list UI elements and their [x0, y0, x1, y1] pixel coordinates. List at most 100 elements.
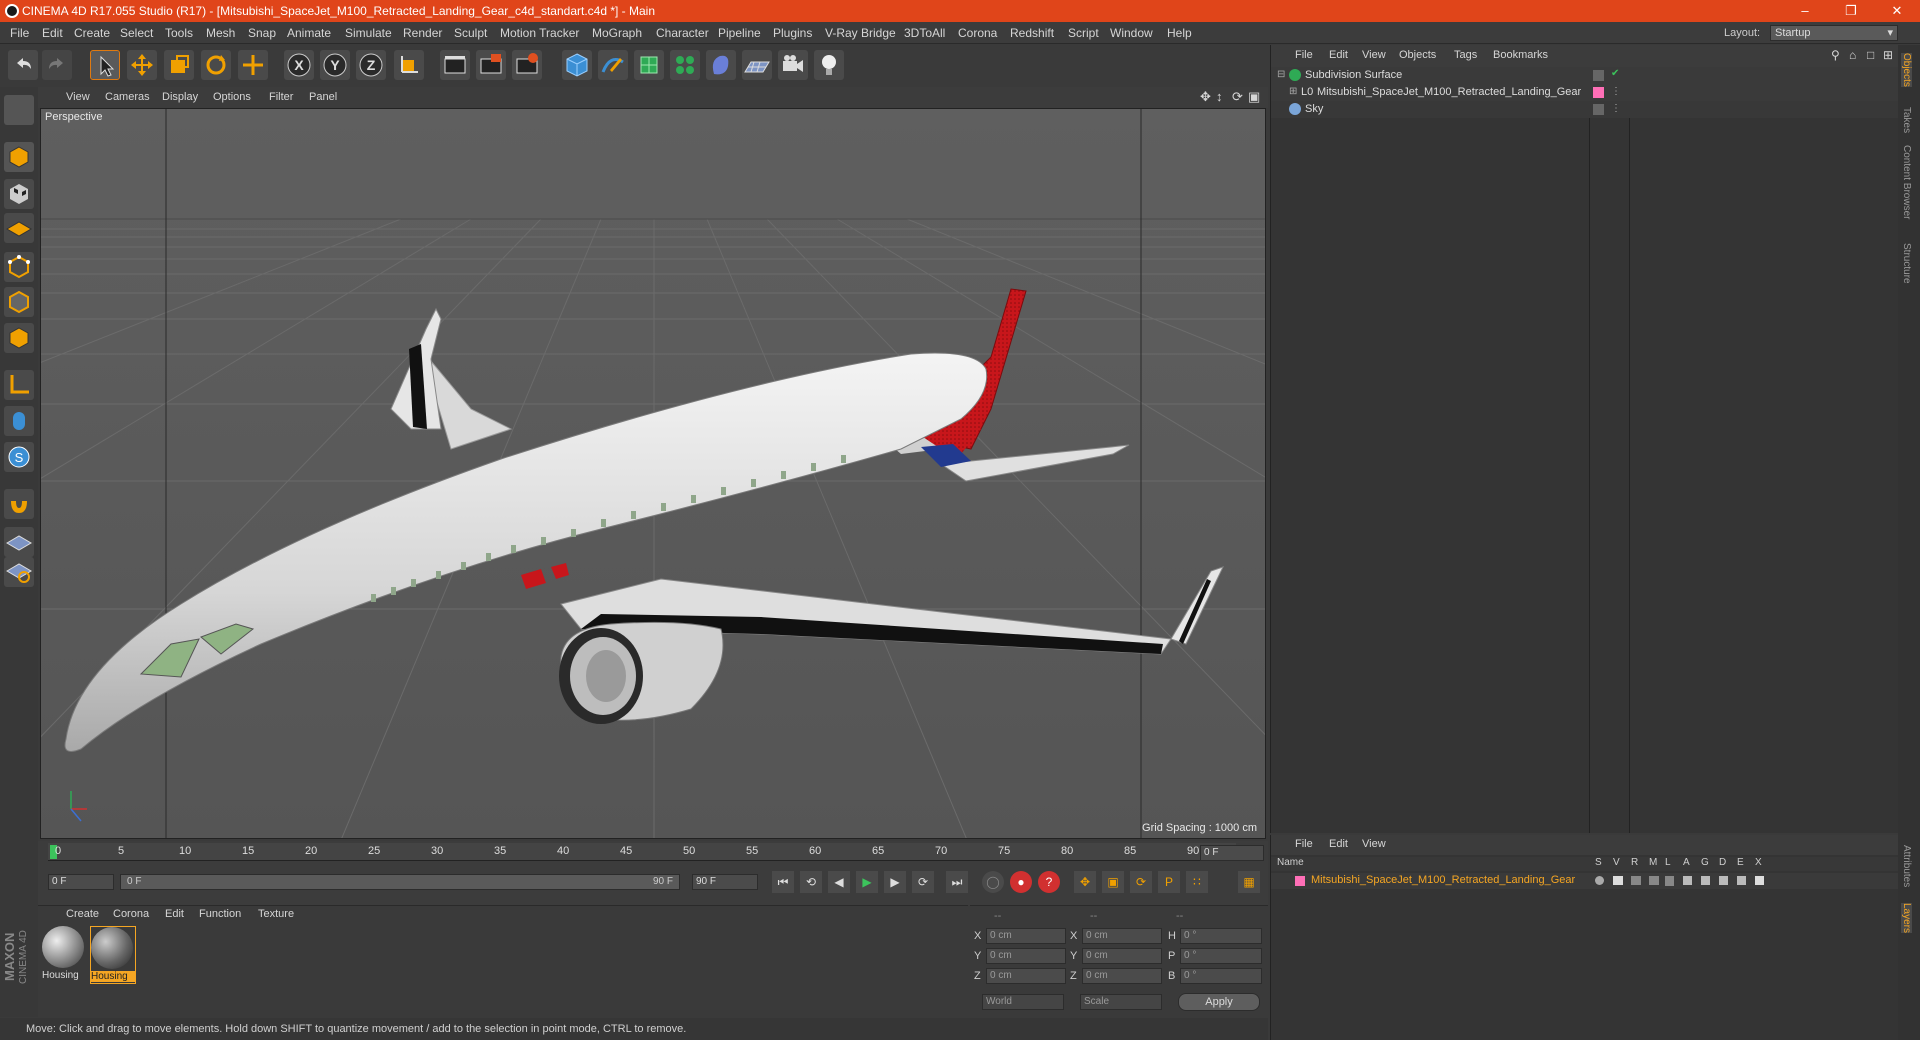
view-icon[interactable]	[1613, 876, 1623, 885]
menu-3dtoall[interactable]: 3DToAll	[904, 26, 945, 40]
make-editable-icon[interactable]	[4, 95, 34, 125]
home-icon[interactable]: ⌂	[1849, 48, 1856, 62]
menu-snap[interactable]: Snap	[248, 26, 276, 40]
window-icon[interactable]: □	[1867, 48, 1874, 62]
floor-icon[interactable]	[742, 50, 772, 80]
menu-animate[interactable]: Animate	[287, 26, 331, 40]
go-to-start-icon[interactable]: ⏮	[772, 871, 794, 893]
render-settings-icon[interactable]	[512, 50, 542, 80]
object-row-model[interactable]: ⊞ L0 Mitsubishi_SpaceJet_M100_Retracted_…	[1271, 84, 1899, 101]
select-arrow-icon[interactable]	[90, 50, 120, 80]
subdivision-icon[interactable]	[634, 50, 664, 80]
menu-vray-bridge[interactable]: V-Ray Bridge	[825, 26, 896, 40]
enabled-check-icon[interactable]: ✔	[1611, 68, 1619, 79]
scale-icon[interactable]	[164, 50, 194, 80]
vp-menu-filter[interactable]: Filter	[269, 91, 293, 103]
tweak-mode-icon[interactable]	[4, 406, 34, 436]
rotation-p-field[interactable]: 0 °	[1180, 948, 1262, 964]
menu-corona[interactable]: Corona	[958, 26, 997, 40]
tab-structure[interactable]: Structure	[1901, 243, 1912, 284]
mat-menu-function[interactable]: Function	[199, 908, 241, 920]
x-axis-icon[interactable]: X	[284, 50, 314, 80]
previous-frame-icon[interactable]: ◀	[828, 871, 850, 893]
camera-icon[interactable]	[778, 50, 808, 80]
viewport-rotate-icon[interactable]: ⟳	[1232, 89, 1243, 105]
autokey-icon[interactable]: ?	[1038, 871, 1060, 893]
animation-icon[interactable]	[1683, 876, 1692, 885]
edges-mode-icon[interactable]	[4, 287, 34, 317]
key-pla-icon[interactable]: ∷	[1186, 871, 1208, 893]
tab-attributes[interactable]: Attributes	[1901, 845, 1912, 887]
menu-pipeline[interactable]: Pipeline	[718, 26, 761, 40]
object-row-sky[interactable]: Sky ⋮	[1271, 101, 1899, 118]
layer-row[interactable]: Mitsubishi_SpaceJet_M100_Retracted_Landi…	[1271, 873, 1899, 889]
render-view-icon[interactable]	[440, 50, 470, 80]
mat-menu-create[interactable]: Create	[66, 908, 99, 920]
solo-icon[interactable]	[1595, 876, 1604, 885]
menu-help[interactable]: Help	[1167, 26, 1192, 40]
menu-create[interactable]: Create	[74, 26, 110, 40]
menu-sculpt[interactable]: Sculpt	[454, 26, 487, 40]
visibility-dots-icon[interactable]: ⋮	[1611, 103, 1621, 114]
menu-mesh[interactable]: Mesh	[206, 26, 235, 40]
expressions-icon[interactable]	[1737, 876, 1746, 885]
key-scale-icon[interactable]: ▣	[1102, 871, 1124, 893]
size-z-field[interactable]: 0 cm	[1082, 968, 1162, 984]
object-row-subdivision[interactable]: ⊟ Subdivision Surface ✔	[1271, 67, 1899, 84]
world-select[interactable]: World	[982, 994, 1064, 1010]
material-swatch-selected[interactable]: Housing	[90, 926, 136, 984]
close-button[interactable]: ✕	[1874, 0, 1920, 22]
texture-mode-icon[interactable]	[4, 179, 34, 209]
record-icon[interactable]: ●	[1010, 871, 1032, 893]
move-icon[interactable]	[127, 50, 157, 80]
coordinate-system-icon[interactable]	[394, 50, 424, 80]
tab-layers[interactable]: Layers	[1901, 903, 1912, 934]
menu-tools[interactable]: Tools	[165, 26, 193, 40]
tab-takes[interactable]: Takes	[1901, 107, 1912, 133]
viewport-zoom-icon[interactable]: ↕	[1216, 89, 1223, 104]
position-z-field[interactable]: 0 cm	[986, 968, 1066, 984]
menu-mograph[interactable]: MoGraph	[592, 26, 642, 40]
y-axis-icon[interactable]: Y	[320, 50, 350, 80]
current-frame-field[interactable]: 0 F	[1200, 845, 1264, 861]
generators-icon[interactable]	[1701, 876, 1710, 885]
lock-icon[interactable]	[1665, 876, 1674, 886]
redo-icon[interactable]	[42, 50, 72, 80]
obj-menu-tags[interactable]: Tags	[1454, 49, 1477, 61]
render-icon[interactable]	[1631, 876, 1641, 885]
deformer-icon[interactable]	[706, 50, 736, 80]
vp-menu-panel[interactable]: Panel	[309, 91, 337, 103]
menu-script[interactable]: Script	[1068, 26, 1099, 40]
expand-icon[interactable]: ⊞	[1289, 86, 1297, 97]
undo-icon[interactable]	[8, 50, 38, 80]
vp-menu-cameras[interactable]: Cameras	[105, 91, 150, 103]
menu-plugins[interactable]: Plugins	[773, 26, 812, 40]
position-x-field[interactable]: 0 cm	[986, 928, 1066, 944]
menu-window[interactable]: Window	[1110, 26, 1153, 40]
key-param-icon[interactable]: P	[1158, 871, 1180, 893]
polygons-mode-icon[interactable]	[4, 323, 34, 353]
layer-menu-file[interactable]: File	[1295, 838, 1313, 850]
frame-range-slider[interactable]: 0 F 90 F	[120, 874, 680, 890]
key-position-icon[interactable]: ✥	[1074, 871, 1096, 893]
timeline-window-icon[interactable]: ▦	[1238, 871, 1260, 893]
deformers-icon[interactable]	[1719, 876, 1728, 885]
layer-color-icon[interactable]	[1593, 87, 1604, 98]
menu-file[interactable]: File	[10, 26, 29, 40]
tab-objects[interactable]: Objects	[1901, 53, 1912, 87]
timeline-ruler[interactable]: 0 5 10 15 20 25 30 35 40 45 50 55 60 65 …	[48, 843, 1236, 861]
axis-mode-icon[interactable]	[4, 370, 34, 400]
menu-simulate[interactable]: Simulate	[345, 26, 392, 40]
mat-menu-edit[interactable]: Edit	[165, 908, 184, 920]
record-disabled-icon[interactable]: ◯	[982, 871, 1004, 893]
pen-spline-icon[interactable]	[598, 50, 628, 80]
perspective-viewport[interactable]: Perspective Grid Spacing : 1000 cm	[40, 108, 1266, 839]
layer-color-icon[interactable]	[1295, 876, 1305, 886]
size-x-field[interactable]: 0 cm	[1082, 928, 1162, 944]
planar-workplane-icon[interactable]	[4, 557, 34, 587]
vp-menu-view[interactable]: View	[66, 91, 90, 103]
layout-select[interactable]: Startup ▾	[1770, 25, 1898, 41]
rotation-b-field[interactable]: 0 °	[1180, 968, 1262, 984]
magnet-icon[interactable]	[4, 489, 34, 519]
render-picture-icon[interactable]	[476, 50, 506, 80]
